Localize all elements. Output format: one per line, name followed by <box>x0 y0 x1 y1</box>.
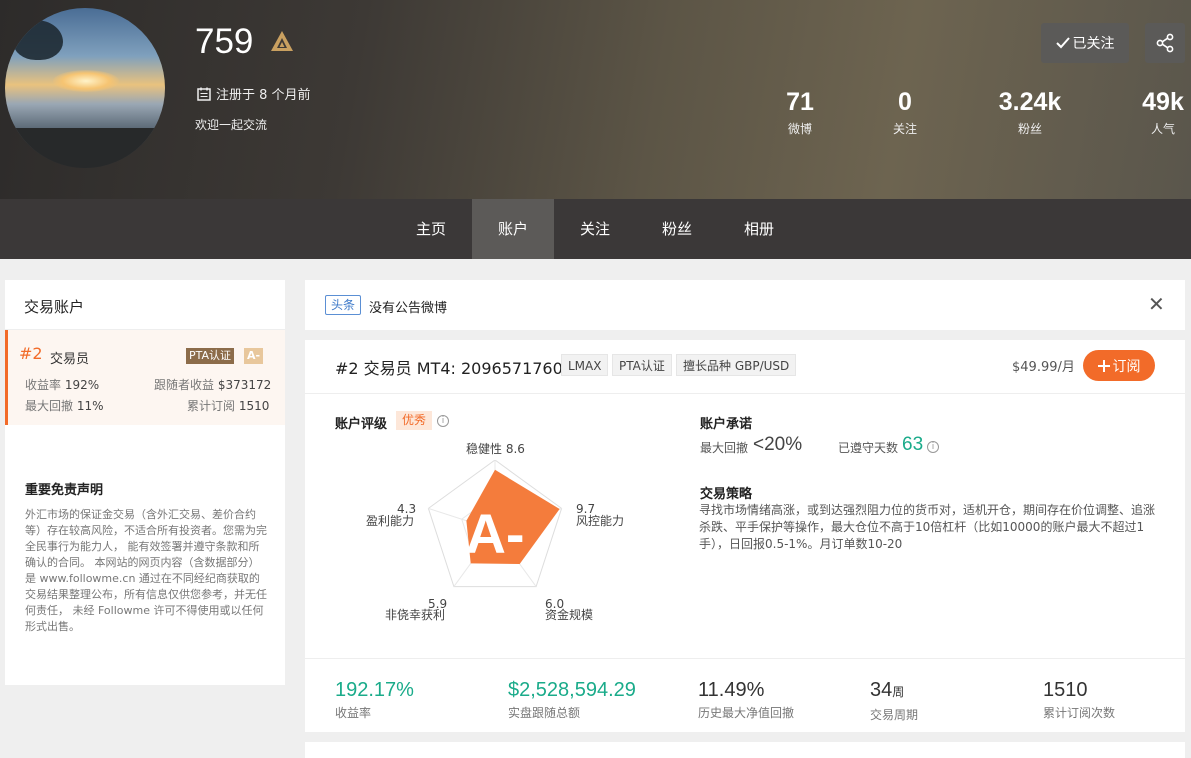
username: 759 <box>195 22 254 61</box>
bottom-stat-period: 34周 交易周期 <box>870 678 918 723</box>
return-value: 192% <box>64 378 100 392</box>
bottom-stat-subscriptions: 1510 累计订阅次数 <box>1043 678 1115 721</box>
stat-value: 11.49% <box>698 679 765 701</box>
followed-label: 已关注 <box>1072 36 1115 52</box>
radar-chart: A- <box>427 460 563 588</box>
rating-tag: 优秀 <box>396 411 433 430</box>
follower-profit-row: 跟随者收益 $373172 <box>154 376 271 393</box>
stat-value: 0 <box>898 88 912 116</box>
drawdown-label: 最大回撤 <box>25 399 74 413</box>
symbol-chip: 擅长品种 GBP/USD <box>676 354 797 376</box>
max-drawdown-value: <20% <box>753 434 803 455</box>
promise-title: 账户承诺 <box>700 417 753 432</box>
sidebar-title: 交易账户 <box>24 298 85 316</box>
stat-value: 1510 <box>1043 679 1088 701</box>
grade-badge: A- <box>244 348 264 364</box>
tab-fans[interactable]: 粉丝 <box>636 199 718 259</box>
share-button[interactable] <box>1145 23 1185 63</box>
radar-grade-text: A- <box>465 502 524 565</box>
registered-text: 注册于 8 个月前 <box>216 88 311 103</box>
bio: 欢迎一起交流 <box>195 118 268 132</box>
radar-label-profit: 盈利能力 <box>366 514 415 528</box>
stat-label: 粉丝 <box>1017 122 1042 136</box>
subscribe-button[interactable]: 订阅 <box>1083 350 1155 381</box>
subs-label: 累计订阅 <box>187 399 236 413</box>
follower-profit-label: 跟随者收益 <box>154 378 215 392</box>
stat-label: 收益率 <box>335 706 372 720</box>
rating-title: 账户评级 <box>335 417 388 432</box>
max-drawdown-label: 最大回撤 <box>700 441 749 455</box>
disclaimer-body: 外汇市场的保证金交易（含外汇交易、差价合约等）存在较高风险，不适合所有投资者。您… <box>25 508 267 633</box>
close-icon[interactable]: ✕ <box>1148 293 1165 315</box>
stat-label: 历史最大净值回撤 <box>698 706 795 720</box>
stat-unit: 周 <box>892 685 905 699</box>
strategy-text: 寻找市场情绪高涨，或到达强烈阻力位的货币对，适机开仓，期间存在价位调整、追涨杀跌… <box>699 503 1156 551</box>
radar-label-luck: 非侥幸获利 <box>385 608 446 622</box>
info-icon[interactable]: i <box>437 415 449 427</box>
broker-chip: LMAX <box>561 354 609 376</box>
bottom-stat-drawdown: 11.49% 历史最大净值回撤 <box>698 678 794 721</box>
stat-value: 192.17% <box>335 679 414 701</box>
drawdown-value: 11% <box>76 399 104 413</box>
trader-rank: #2 <box>19 344 43 363</box>
stat-label: 交易周期 <box>870 708 919 722</box>
subs-row: 累计订阅 1510 <box>187 397 269 414</box>
drawdown-row: 最大回撤 11% <box>25 397 104 414</box>
stat-label: 微博 <box>787 122 812 136</box>
return-row: 收益率 192% <box>25 376 99 393</box>
share-icon <box>1156 33 1174 53</box>
return-label: 收益率 <box>25 378 62 392</box>
check-icon <box>1055 37 1070 49</box>
pta-badge: PTA认证 <box>186 348 235 364</box>
bottom-stat-follow-amount: $2,528,594.29 实盘跟随总额 <box>508 678 636 721</box>
pta-chip: PTA认证 <box>612 354 672 376</box>
stats-divider <box>305 658 1185 659</box>
headline-text: 没有公告微博 <box>369 301 448 316</box>
stat-label: 关注 <box>892 122 917 136</box>
stat-label: 实盘跟随总额 <box>508 706 581 720</box>
info-icon[interactable]: i <box>927 441 939 453</box>
stat-posts[interactable]: 71 微博 <box>770 86 830 137</box>
stat-value: 71 <box>786 88 814 116</box>
trader-label: 交易员 <box>50 352 90 367</box>
follower-profit-value: $373172 <box>217 378 272 392</box>
avatar[interactable] <box>5 8 165 168</box>
stat-label: 累计订阅次数 <box>1043 706 1116 720</box>
stat-value: $2,528,594.29 <box>508 679 636 701</box>
stat-fans[interactable]: 3.24k 粉丝 <box>985 86 1075 137</box>
rank-triangle-icon <box>271 31 293 51</box>
strategy-title: 交易策略 <box>700 487 753 502</box>
avatar-tree <box>13 20 63 60</box>
followed-button[interactable]: 已关注 <box>1041 23 1129 63</box>
account-divider <box>305 393 1185 394</box>
subs-value: 1510 <box>238 399 270 413</box>
tab-account[interactable]: 账户 <box>472 199 554 259</box>
tab-album[interactable]: 相册 <box>718 199 800 259</box>
calendar-icon <box>197 87 211 101</box>
avatar-sunset-cloud <box>53 70 119 92</box>
headline-tag: 头条 <box>325 295 362 315</box>
next-panel <box>305 742 1185 758</box>
price: $49.99/月 <box>1012 360 1075 375</box>
tab-following[interactable]: 关注 <box>554 199 636 259</box>
radar-label-stability: 稳健性 8.6 <box>466 442 525 456</box>
radar-label-risk: 风控能力 <box>576 514 625 528</box>
days-label: 已遵守天数 <box>838 441 899 455</box>
stat-following[interactable]: 0 关注 <box>875 86 935 137</box>
stat-label: 人气 <box>1150 122 1175 136</box>
stat-value: 34 <box>870 679 893 701</box>
subscribe-label: 订阅 <box>1112 358 1141 375</box>
radar-label-capital: 资金规模 <box>545 608 594 622</box>
account-title: #2 交易员 MT4: 2096571760 <box>335 359 563 378</box>
avatar-shore <box>5 128 165 168</box>
plus-icon <box>1097 359 1110 372</box>
days-value: 63 <box>902 434 924 455</box>
registered-info: 注册于 8 个月前 <box>197 84 311 103</box>
tab-home[interactable]: 主页 <box>390 199 472 259</box>
stat-value: 49k <box>1142 88 1184 116</box>
stat-value: 3.24k <box>998 88 1062 116</box>
stat-popularity[interactable]: 49k 人气 <box>1131 86 1191 137</box>
bottom-stat-return: 192.17% 收益率 <box>335 678 414 721</box>
disclaimer-title: 重要免责声明 <box>25 483 104 498</box>
